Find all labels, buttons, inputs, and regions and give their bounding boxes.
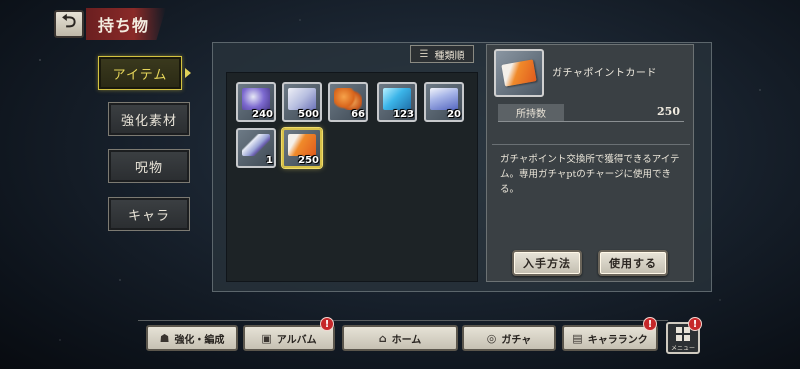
item-count: 20 [447, 109, 461, 120]
leaves-item[interactable]: 66 [328, 82, 368, 122]
back-button[interactable]: ⮌ [54, 10, 84, 38]
tab-enhance-material[interactable]: 強化素材 [108, 102, 190, 136]
cylinder-item[interactable]: 123 [377, 82, 417, 122]
home-icon: ⌂ [378, 331, 387, 345]
character-rank-icon: ▤ [572, 331, 583, 345]
nav-label: 強化・編成 [174, 334, 225, 346]
tube-item[interactable]: 1 [236, 128, 276, 168]
tab-item[interactable]: アイテム [98, 56, 182, 90]
item-count: 66 [351, 109, 365, 120]
gacha-icon: ◎ [486, 331, 497, 345]
menu-grid-icon [676, 326, 690, 341]
menu-label: メニュー [670, 344, 695, 352]
nav-label: ガチャ [501, 334, 532, 346]
quantity-row: 所持数 250 [498, 104, 684, 122]
quantity-value: 250 [657, 105, 680, 118]
tab-character[interactable]: キャラ [108, 197, 190, 231]
nav-label: アルバム [276, 334, 317, 346]
nav-home-button[interactable]: ⌂ ホーム [342, 325, 458, 351]
acquire-method-button[interactable]: 入手方法 [512, 250, 582, 276]
nav-label: ホーム [391, 334, 422, 346]
item-count: 500 [298, 109, 319, 120]
menu-notification-icon: ! [688, 317, 702, 331]
item-count: 1 [266, 155, 273, 166]
gacha-point-card-icon [288, 134, 316, 156]
sort-label: 種類順 [434, 50, 465, 62]
cards-icon [288, 88, 316, 110]
use-button[interactable]: 使用する [598, 250, 668, 276]
nav-character-rank-button[interactable]: ▤ キャラランク [562, 325, 658, 351]
active-tab-arrow-icon [185, 68, 191, 78]
item-count: 123 [393, 109, 414, 120]
tab-curse[interactable]: 呪物 [108, 149, 190, 183]
item-count: 240 [252, 109, 273, 120]
page-title: 持ち物 [86, 8, 166, 40]
cards-item[interactable]: 500 [282, 82, 322, 122]
nav-team-button[interactable]: ☗ 強化・編成 [146, 325, 238, 351]
item-count: 250 [298, 155, 319, 166]
album-icon: ▣ [261, 331, 272, 345]
ticket-icon [430, 88, 458, 110]
cylinder-icon [383, 88, 411, 110]
sort-button[interactable]: ☰ 種類順 [410, 45, 474, 63]
nav-label: キャラランク [587, 334, 648, 346]
tube-icon [242, 134, 270, 156]
team-icon: ☗ [159, 331, 170, 345]
back-arrow-icon: ⮌ [61, 11, 77, 32]
sort-icon: ☰ [419, 48, 429, 60]
gacha-point-card-icon [501, 59, 537, 87]
gacha-point-card-item[interactable]: 250 [282, 128, 322, 168]
ticket-item[interactable]: 20 [424, 82, 464, 122]
bottle-icon [242, 88, 270, 110]
character-rank-notification-icon: ! [643, 317, 657, 331]
item-description: ガチャポイント交換所で獲得できるアイテム。専用ガチャptのチャージに使用できる。 [500, 154, 680, 195]
bottle-item[interactable]: 240 [236, 82, 276, 122]
nav-gacha-button[interactable]: ◎ ガチャ [462, 325, 556, 351]
detail-item-thumbnail [494, 49, 544, 97]
quantity-label: 所持数 [498, 104, 564, 121]
detail-item-name: ガチャポイントカード [552, 68, 657, 79]
leaves-icon [334, 88, 362, 110]
album-notification-icon: ! [320, 317, 334, 331]
